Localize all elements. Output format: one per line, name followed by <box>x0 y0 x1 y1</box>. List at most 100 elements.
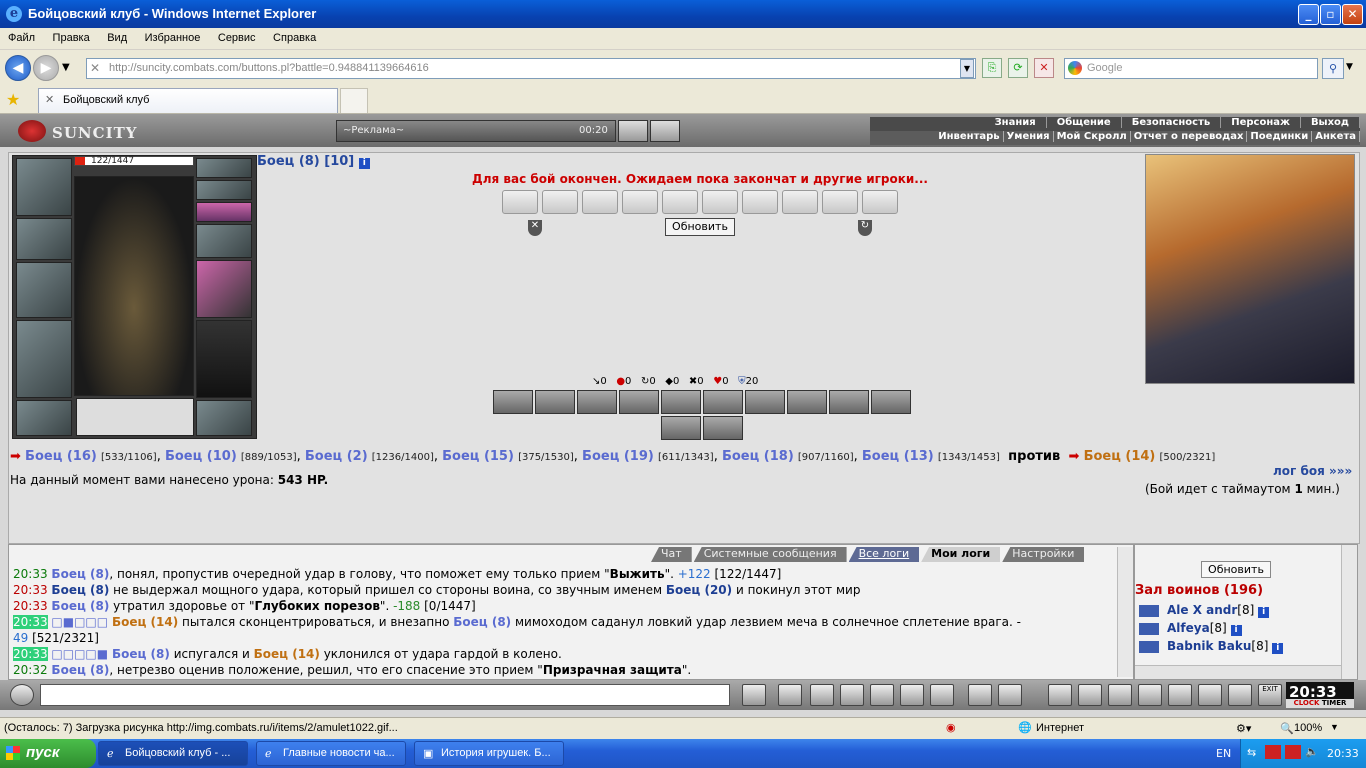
task-button[interactable]: ▣ История игрушек. Б... <box>414 741 564 766</box>
action-icon[interactable] <box>1228 684 1252 706</box>
compat-view-icon[interactable]: ⎘ <box>982 58 1002 78</box>
skill-button[interactable] <box>493 390 533 414</box>
ally-link[interactable]: Боец (13) <box>862 449 934 464</box>
protected-mode-icon[interactable]: ⚙▾ <box>1236 722 1251 735</box>
save-icon[interactable] <box>840 684 864 706</box>
action-icon[interactable] <box>1138 684 1162 706</box>
user-entry[interactable]: Babnik Baku[8] i <box>1139 639 1284 654</box>
skill-button[interactable] <box>577 390 617 414</box>
filter-icon[interactable] <box>810 684 834 706</box>
scroll-slot[interactable] <box>862 190 898 214</box>
menu-favorites[interactable]: Избранное <box>137 28 207 44</box>
task-button[interactable]: ℯ Бойцовский клуб - ... <box>98 741 248 766</box>
helmet-slot[interactable] <box>16 158 72 216</box>
users-refresh-button[interactable]: Обновить <box>1201 561 1271 578</box>
ally-link[interactable]: Боец (19) <box>582 449 654 464</box>
submenu-profile[interactable]: Анкета <box>1312 131 1360 142</box>
submenu-skills[interactable]: Умения <box>1003 131 1054 142</box>
stop-ad-icon[interactable] <box>650 120 680 142</box>
menu-edit[interactable]: Правка <box>45 28 96 44</box>
new-tab-button[interactable] <box>340 88 368 113</box>
privacy-icon[interactable]: ◉ <box>946 721 956 734</box>
skill-button[interactable] <box>661 416 701 440</box>
clock-timer-labels[interactable]: CLOCK TIMER <box>1286 699 1354 708</box>
history-dropdown-icon[interactable]: ▼ <box>62 62 70 73</box>
tab-all-logs[interactable]: Все логи <box>848 547 920 562</box>
menu-security[interactable]: Безопасность <box>1121 117 1222 128</box>
scroll-slot[interactable] <box>662 190 698 214</box>
send-icon[interactable] <box>742 684 766 706</box>
weapon-slot[interactable] <box>16 262 72 318</box>
tab-chat[interactable]: Чат <box>651 547 692 562</box>
amulet-slot[interactable] <box>196 180 252 200</box>
action-icon[interactable] <box>1108 684 1132 706</box>
shield-slot[interactable] <box>196 260 252 318</box>
forward-button[interactable]: ▶ <box>33 55 59 81</box>
armor-slot[interactable] <box>16 320 72 398</box>
search-input[interactable]: Google <box>1064 58 1318 79</box>
zoom-dropdown-icon[interactable]: ▼ <box>1330 722 1339 732</box>
helmet-icon[interactable] <box>998 684 1022 706</box>
boots-slot[interactable] <box>196 400 252 436</box>
sound-icon[interactable] <box>618 120 648 142</box>
menu-file[interactable]: Файл <box>0 28 41 44</box>
submenu-transfers[interactable]: Отчет о переводах <box>1130 131 1248 142</box>
maximize-button[interactable]: ▫ <box>1320 4 1341 25</box>
skill-button[interactable] <box>619 390 659 414</box>
leggings-slot[interactable] <box>196 320 252 398</box>
tray-clock[interactable]: 20:33 <box>1327 747 1359 760</box>
scroll-slot[interactable] <box>622 190 658 214</box>
belt-slot[interactable] <box>16 400 72 436</box>
enemy-link[interactable]: Боец (14) <box>1084 449 1156 464</box>
minimize-button[interactable]: _ <box>1298 4 1319 25</box>
menu-tools[interactable]: Сервис <box>210 28 262 44</box>
scroll-slot[interactable] <box>502 190 538 214</box>
menu-view[interactable]: Вид <box>99 28 133 44</box>
tray-app-icon[interactable] <box>1285 745 1301 759</box>
ally-link[interactable]: Боец (2) <box>305 449 368 464</box>
tray-network-icon[interactable]: ⇆ <box>1247 746 1256 759</box>
search-icon[interactable]: ⚲ <box>1322 58 1344 79</box>
tray-app-icon[interactable] <box>1265 745 1281 759</box>
ally-link[interactable]: Боец (10) <box>165 449 237 464</box>
refresh-icon[interactable]: ⟳ <box>1008 58 1028 78</box>
menu-help[interactable]: Справка <box>265 28 322 44</box>
scroll-slot[interactable] <box>582 190 618 214</box>
smiles-icon[interactable] <box>968 684 992 706</box>
scroll-slot[interactable] <box>782 190 818 214</box>
scroll-slot[interactable] <box>542 190 578 214</box>
pocket-slots[interactable] <box>76 398 194 436</box>
battle-log-link[interactable]: лог боя »»» <box>1273 464 1352 478</box>
info-icon[interactable]: i <box>1230 625 1242 636</box>
scroll-slot[interactable] <box>822 190 858 214</box>
close-button[interactable]: ✕ <box>1342 4 1363 25</box>
skill-button[interactable] <box>661 390 701 414</box>
volume-icon[interactable]: 🔈 <box>1305 745 1319 758</box>
ad-banner[interactable]: ~Реклама~ 00:20 <box>336 120 616 142</box>
skill-button[interactable] <box>703 390 743 414</box>
menu-obshenie[interactable]: Общение <box>1046 117 1122 128</box>
chat-options-icon[interactable] <box>10 684 34 706</box>
action-icon[interactable] <box>1198 684 1222 706</box>
tab-combats[interactable]: ✕ Бойцовский клуб <box>38 88 338 113</box>
action-icon[interactable] <box>1078 684 1102 706</box>
bracers-slot[interactable] <box>16 218 72 260</box>
eraser-icon[interactable] <box>778 684 802 706</box>
stop-icon[interactable]: ✕ <box>1034 58 1054 78</box>
skill-button[interactable] <box>535 390 575 414</box>
address-dropdown-icon[interactable]: ▼ <box>960 59 974 78</box>
users-hscrollbar[interactable] <box>1135 665 1341 679</box>
address-input[interactable]: http://suncity.combats.com/buttons.pl?ba… <box>86 58 976 79</box>
skill-button[interactable] <box>745 390 785 414</box>
language-indicator[interactable]: EN <box>1216 747 1231 760</box>
search-options-icon[interactable]: ▼ <box>1346 62 1353 72</box>
ally-link[interactable]: Боец (16) <box>25 449 97 464</box>
tab-my-logs[interactable]: Мои логи <box>921 547 1001 562</box>
refresh-button[interactable]: Обновить <box>665 218 735 236</box>
skill-button[interactable] <box>787 390 827 414</box>
translit-icon[interactable] <box>900 684 924 706</box>
menu-znania[interactable]: Знания <box>984 117 1047 128</box>
action-icon[interactable] <box>1168 684 1192 706</box>
skill-button[interactable] <box>703 416 743 440</box>
scroll-slot[interactable] <box>742 190 778 214</box>
